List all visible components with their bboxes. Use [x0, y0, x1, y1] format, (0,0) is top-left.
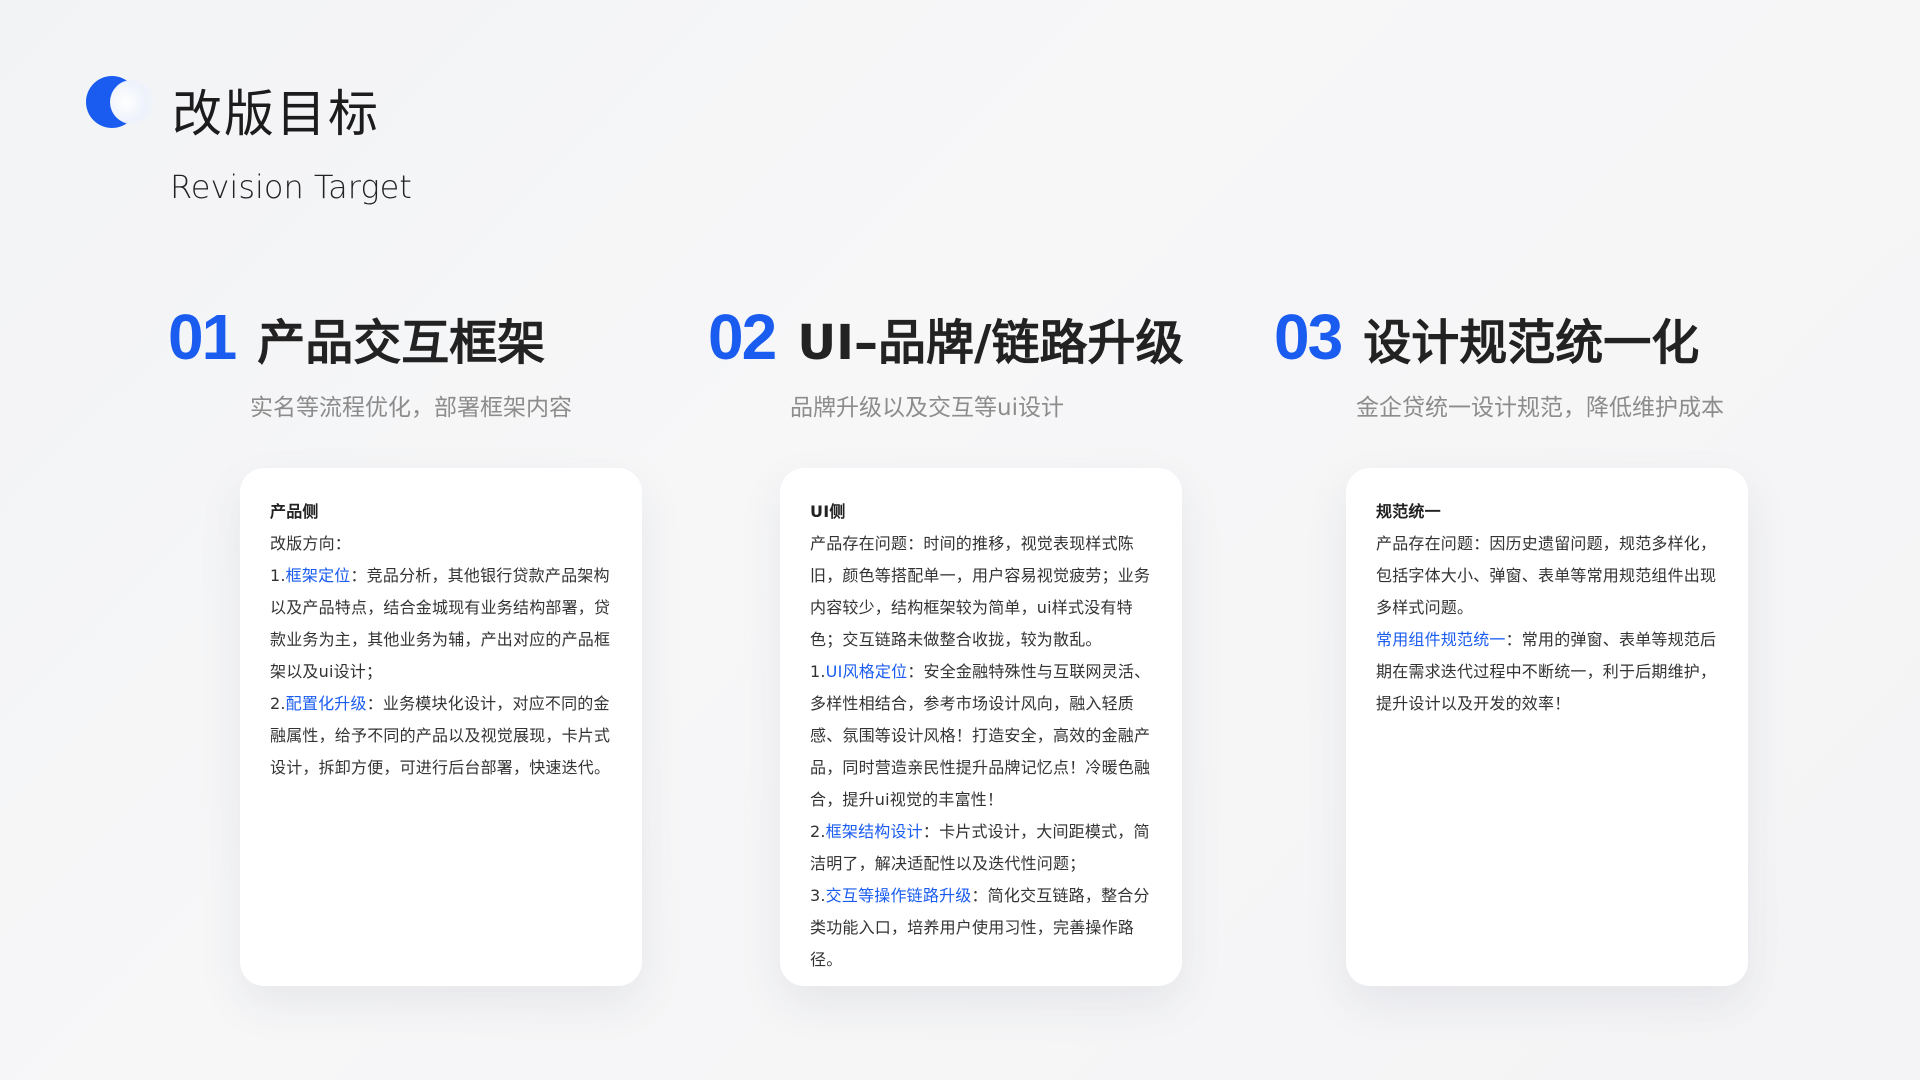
page-subtitle: Revision Target: [170, 168, 412, 206]
section-1-number: 01: [168, 301, 237, 373]
section-2-number: 02: [708, 301, 777, 373]
card-1-intro: 改版方向：: [270, 534, 352, 553]
card-3-item-1-highlight: 常用组件规范统一: [1376, 630, 1506, 649]
card-1-item-2-highlight: 配置化升级: [285, 694, 367, 713]
section-3-number: 03: [1274, 301, 1343, 373]
section-1-card: 产品侧 改版方向： 1.框架定位：竞品分析，其他银行贷款产品架构以及产品特点，结…: [240, 468, 642, 986]
section-3-subtitle: 金企贷统一设计规范，降低维护成本: [1356, 395, 1724, 421]
section-2-heading: 02 UI–品牌/链路升级: [708, 300, 1184, 374]
card-3-item-1: 常用组件规范统一：常用的弹窗、表单等规范后期在需求迭代过程中不断统一，利于后期维…: [1376, 630, 1717, 713]
section-1-title: 产品交互框架: [257, 315, 546, 371]
logo-light-circle: [110, 80, 154, 124]
section-2-card: UI侧 产品存在问题：时间的推移，视觉表现样式陈旧，颜色等搭配单一，用户容易视觉…: [780, 468, 1182, 986]
card-1-title: 产品侧: [270, 502, 319, 521]
card-1-item-1-highlight: 框架定位: [285, 566, 351, 585]
section-2-title: UI–品牌/链路升级: [797, 315, 1184, 371]
card-2-item-3: 3.交互等操作链路升级：简化交互链路，整合分类功能入口，培养用户使用习性，完善操…: [810, 886, 1150, 969]
card-2-item-1-highlight: UI风格定位: [825, 662, 908, 681]
section-2-subtitle: 品牌升级以及交互等ui设计: [790, 395, 1064, 421]
section-1-heading: 01 产品交互框架: [168, 300, 545, 374]
brand-logo-icon: [86, 76, 154, 132]
card-2-intro: 产品存在问题：时间的推移，视觉表现样式陈旧，颜色等搭配单一，用户容易视觉疲劳；业…: [810, 534, 1151, 649]
page-title: 改版目标: [172, 85, 380, 143]
card-2-item-2: 2.框架结构设计：卡片式设计，大间距模式，简洁明了，解决适配性以及迭代性问题；: [810, 822, 1150, 873]
card-2-item-1: 1.UI风格定位：安全金融特殊性与互联网灵活、多样性相结合，参考市场设计风向，融…: [810, 662, 1151, 809]
card-3-title: 规范统一: [1376, 502, 1441, 521]
card-1-item-1: 1.框架定位：竞品分析，其他银行贷款产品架构以及产品特点，结合金城现有业务结构部…: [270, 566, 611, 681]
card-2-item-2-highlight: 框架结构设计: [825, 822, 923, 841]
section-3: 03 设计规范统一化 金企贷统一设计规范，降低维护成本: [1274, 300, 1724, 421]
section-3-card: 规范统一 产品存在问题：因历史遗留问题，规范多样化，包括字体大小、弹窗、表单等常…: [1346, 468, 1748, 986]
section-1-subtitle: 实名等流程优化，部署框架内容: [250, 395, 572, 421]
card-3-intro: 产品存在问题：因历史遗留问题，规范多样化，包括字体大小、弹窗、表单等常用规范组件…: [1376, 534, 1717, 617]
card-2-item-3-highlight: 交互等操作链路升级: [825, 886, 972, 905]
section-2: 02 UI–品牌/链路升级 品牌升级以及交互等ui设计: [708, 300, 1184, 421]
card-1-item-2: 2.配置化升级：业务模块化设计，对应不同的金融属性，给予不同的产品以及视觉展现，…: [270, 694, 611, 777]
section-3-title: 设计规范统一化: [1363, 315, 1700, 371]
card-2-title: UI侧: [810, 502, 846, 521]
section-3-heading: 03 设计规范统一化: [1274, 300, 1699, 374]
section-1: 01 产品交互框架 实名等流程优化，部署框架内容: [168, 300, 572, 421]
